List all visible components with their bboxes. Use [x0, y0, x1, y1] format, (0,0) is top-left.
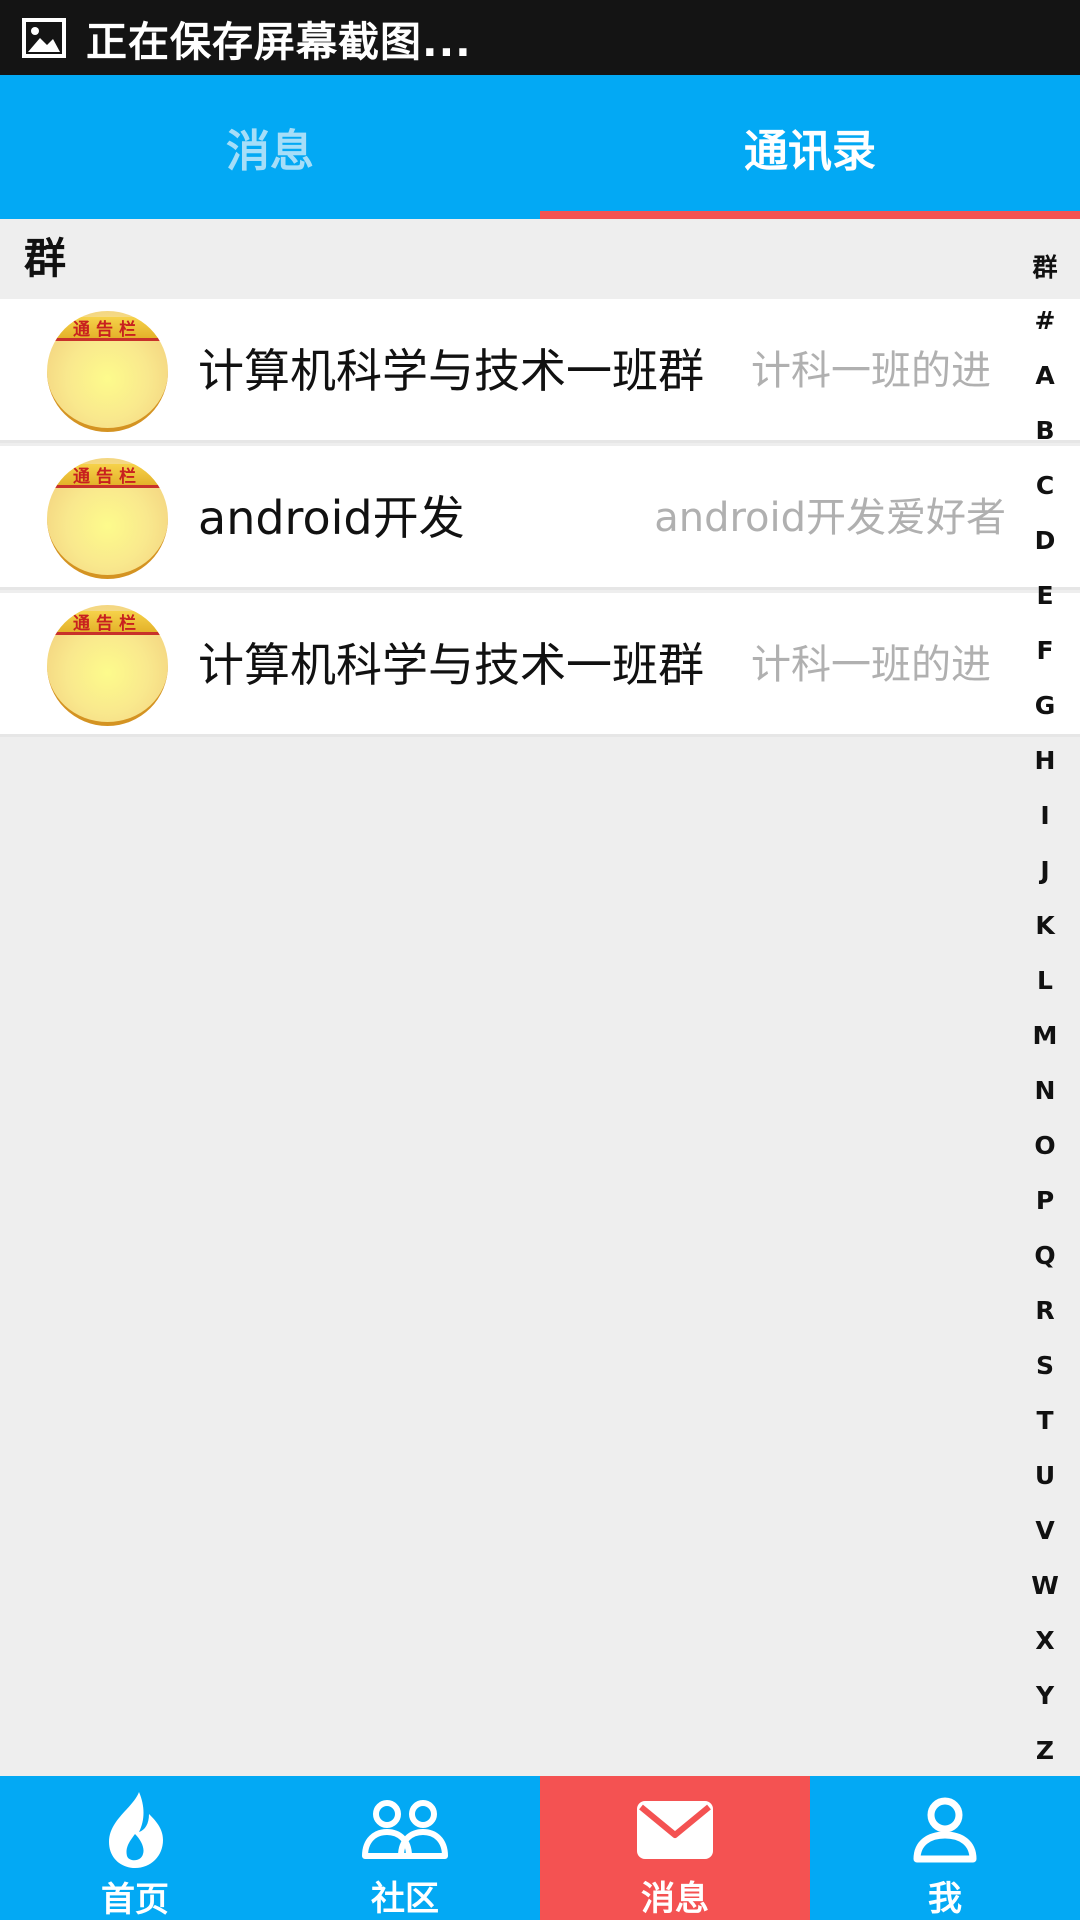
- group-avatar: 通告栏: [47, 311, 168, 432]
- nav-label-community: 社区: [371, 1879, 439, 1919]
- index-letter[interactable]: T: [1010, 1393, 1080, 1448]
- nav-label-home: 首页: [101, 1880, 169, 1920]
- index-letter[interactable]: P: [1010, 1173, 1080, 1228]
- flame-icon: [109, 1792, 163, 1868]
- index-letter[interactable]: C: [1010, 458, 1080, 513]
- index-letter[interactable]: F: [1010, 623, 1080, 678]
- status-bar: 正在保存屏幕截图...: [0, 0, 1080, 75]
- index-letter[interactable]: V: [1010, 1503, 1080, 1558]
- index-letter[interactable]: 群: [1010, 238, 1080, 293]
- index-letter[interactable]: Q: [1010, 1228, 1080, 1283]
- section-header: 群: [0, 219, 1080, 299]
- status-text: 正在保存屏幕截图...: [86, 17, 472, 66]
- people-icon: [362, 1799, 448, 1859]
- group-list-item[interactable]: 通告栏 android开发 android开发爱好者: [0, 446, 1080, 590]
- tab-active-indicator: [540, 211, 1080, 219]
- index-letter[interactable]: G: [1010, 678, 1080, 733]
- group-description: android开发爱好者: [654, 495, 1006, 541]
- nav-label-messages: 消息: [641, 1879, 709, 1919]
- bottom-nav: 首页 社区 消息 我: [0, 1776, 1080, 1920]
- index-letter[interactable]: A: [1010, 348, 1080, 403]
- index-letter[interactable]: #: [1010, 293, 1080, 348]
- index-letter[interactable]: L: [1010, 953, 1080, 1008]
- group-name: 计算机科学与技术一班群: [198, 344, 704, 398]
- index-letter[interactable]: D: [1010, 513, 1080, 568]
- group-name: android开发: [198, 491, 465, 545]
- index-letter[interactable]: W: [1010, 1558, 1080, 1613]
- group-avatar: 通告栏: [47, 458, 168, 579]
- index-letter[interactable]: J: [1010, 843, 1080, 898]
- envelope-icon: [637, 1800, 713, 1859]
- index-letter[interactable]: I: [1010, 788, 1080, 843]
- alphabet-index-bar[interactable]: 群 # A B C D E F G H I J K L M N O P Q R S T U V W X Y Z: [1010, 238, 1080, 1778]
- section-title: 群: [24, 234, 67, 283]
- nav-item-home[interactable]: 首页: [0, 1776, 270, 1920]
- group-name: 计算机科学与技术一班群: [198, 638, 704, 692]
- tab-contacts-label: 通讯录: [744, 126, 876, 177]
- group-list-item[interactable]: 通告栏 计算机科学与技术一班群 计科一班的进: [0, 593, 1080, 737]
- tab-messages[interactable]: 消息: [0, 75, 540, 219]
- tab-messages-label: 消息: [226, 126, 314, 177]
- index-letter[interactable]: B: [1010, 403, 1080, 458]
- index-letter[interactable]: R: [1010, 1283, 1080, 1338]
- group-description: 计科一班的进: [751, 348, 991, 394]
- index-letter[interactable]: E: [1010, 568, 1080, 623]
- image-icon: [22, 17, 66, 58]
- person-icon: [913, 1797, 977, 1862]
- nav-label-me: 我: [928, 1879, 962, 1919]
- tab-contacts[interactable]: 通讯录: [540, 75, 1080, 219]
- notice-board-banner: 通告栏: [47, 464, 168, 488]
- top-tab-bar: 消息 通讯录: [0, 75, 1080, 219]
- nav-item-me[interactable]: 我: [810, 1776, 1080, 1920]
- index-letter[interactable]: K: [1010, 898, 1080, 953]
- nav-item-community[interactable]: 社区: [270, 1776, 540, 1920]
- index-letter[interactable]: H: [1010, 733, 1080, 788]
- group-description: 计科一班的进: [751, 642, 991, 688]
- index-letter[interactable]: U: [1010, 1448, 1080, 1503]
- group-avatar: 通告栏: [47, 605, 168, 726]
- group-list-item[interactable]: 通告栏 计算机科学与技术一班群 计科一班的进: [0, 299, 1080, 443]
- index-letter[interactable]: Z: [1010, 1723, 1080, 1778]
- index-letter[interactable]: N: [1010, 1063, 1080, 1118]
- index-letter[interactable]: O: [1010, 1118, 1080, 1173]
- index-letter[interactable]: Y: [1010, 1668, 1080, 1723]
- nav-item-messages[interactable]: 消息: [540, 1776, 810, 1920]
- index-letter[interactable]: M: [1010, 1008, 1080, 1063]
- index-letter[interactable]: X: [1010, 1613, 1080, 1668]
- index-letter[interactable]: S: [1010, 1338, 1080, 1393]
- notice-board-banner: 通告栏: [47, 317, 168, 341]
- notice-board-banner: 通告栏: [47, 611, 168, 635]
